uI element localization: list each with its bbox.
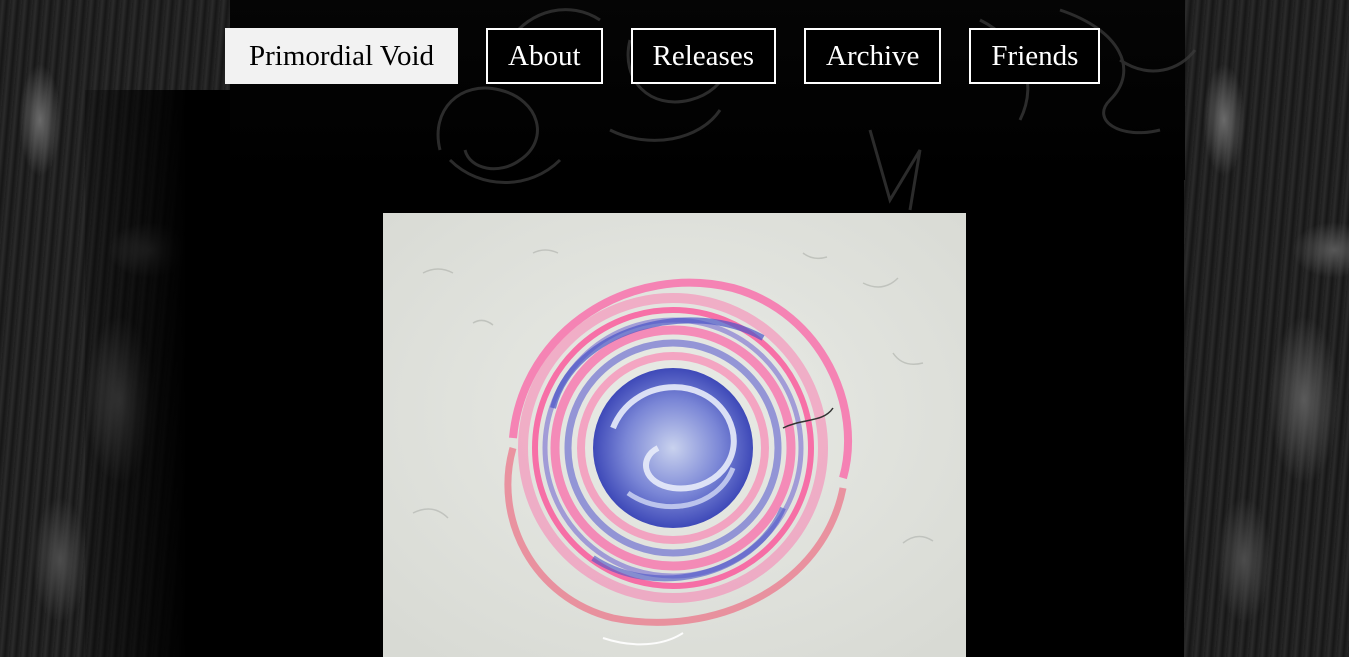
background-shadow [85,90,230,657]
main-nav: Primordial Void About Releases Archive F… [225,28,1101,84]
background-texture-right [1184,0,1349,657]
nav-home-link[interactable]: Primordial Void [225,28,459,84]
nav-archive-link[interactable]: Archive [804,28,942,84]
nav-releases-link[interactable]: Releases [630,28,776,84]
nav-friends-link[interactable]: Friends [969,28,1101,84]
nav-about-link[interactable]: About [486,28,603,84]
swirl-artwork-image [383,213,966,657]
page: Primordial Void About Releases Archive F… [0,0,1349,657]
